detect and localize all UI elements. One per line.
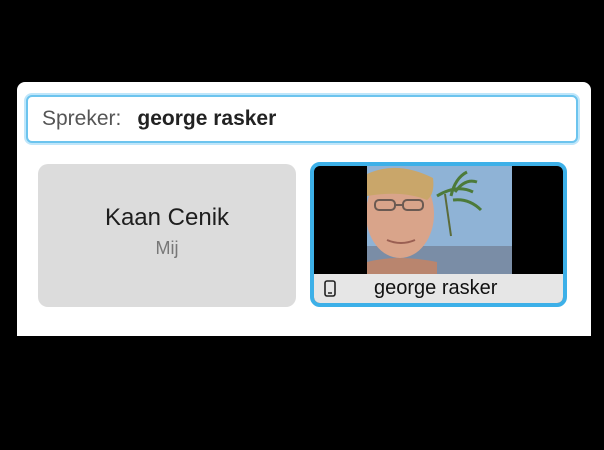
speaker-name: george rasker <box>137 107 277 130</box>
participant-tile-active-speaker[interactable]: george rasker <box>310 162 567 307</box>
stage: Spreker: george rasker Kaan Cenik Mij ge… <box>0 0 604 450</box>
speaker-label: Spreker: <box>42 107 122 130</box>
speaker-panel: Spreker: george rasker Kaan Cenik Mij ge… <box>17 82 591 336</box>
participant-name: Kaan Cenik <box>104 204 230 231</box>
participant-name-strip: george rasker <box>314 274 563 303</box>
participant-self-label: Mij <box>155 238 179 258</box>
phone-icon <box>324 279 336 297</box>
video-frame-image <box>367 166 512 274</box>
participant-tile-self[interactable]: Kaan Cenik Mij <box>38 164 296 307</box>
active-speaker-bar: Spreker: george rasker <box>26 95 578 143</box>
participant-name: george rasker <box>374 277 498 299</box>
video-feed <box>367 166 512 274</box>
